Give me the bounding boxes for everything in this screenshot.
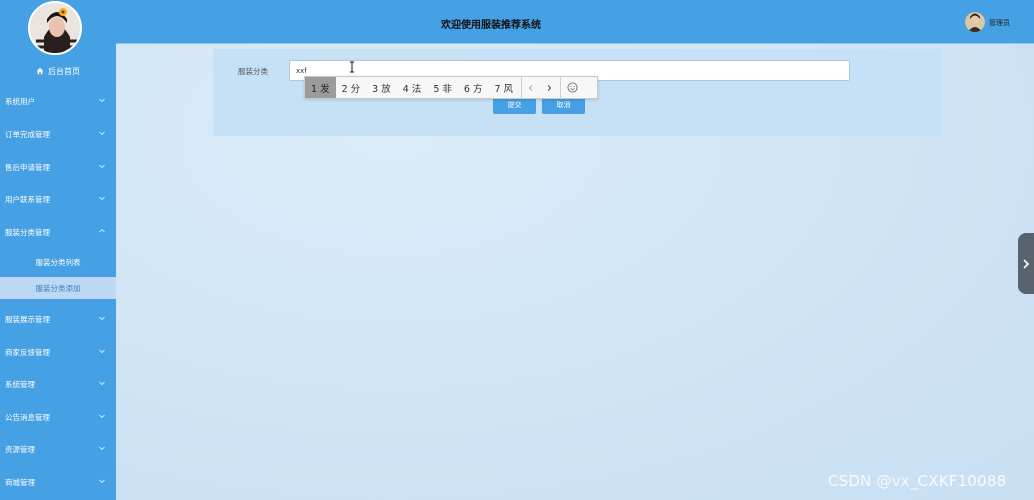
category-field-label: 服装分类 [238, 67, 268, 76]
chevron-down-icon [99, 381, 105, 386]
submenu-category-add[interactable]: 服装分类添加 [0, 277, 116, 299]
ime-candidate[interactable]: 3 放 [366, 77, 397, 98]
submenu-category-list[interactable]: 服装分类列表 [0, 251, 116, 273]
chevron-up-icon [99, 228, 105, 233]
sidebar-item-resources[interactable]: 资源管理 [0, 438, 116, 460]
submenu-label: 服装分类添加 [35, 283, 81, 293]
ime-candidate-bar: 1 发 2 分 3 放 4 法 5 非 6 方 7 风 [304, 76, 598, 99]
sidebar-item-aftersales[interactable]: 售后申请管理 [0, 156, 116, 178]
sidebar-item-label: 售后申请管理 [5, 162, 50, 172]
ime-prev-icon[interactable] [522, 77, 540, 98]
sidebar-item-label: 服装分类管理 [5, 227, 50, 237]
sidebar-item-label: 公告消息管理 [5, 412, 50, 422]
sidebar-item-mall[interactable]: 商城管理 [0, 471, 116, 493]
chevron-down-icon [99, 196, 105, 201]
smiley-icon[interactable] [561, 77, 583, 98]
ime-candidate[interactable]: 1 发 [305, 77, 336, 98]
user-avatar[interactable] [965, 12, 985, 32]
sidebar-item-label: 服装展示管理 [5, 314, 50, 324]
ime-candidate[interactable]: 6 方 [458, 77, 489, 98]
watermark: CSDN @vx_CXKF10088 [828, 472, 1007, 490]
side-panel-toggle[interactable] [1018, 233, 1034, 294]
chevron-down-icon [99, 479, 105, 484]
sidebar-item-system-users[interactable]: 系统用户 [0, 90, 116, 112]
home-icon [36, 67, 44, 75]
submenu-label: 服装分类列表 [35, 257, 81, 267]
ime-candidate[interactable]: 2 分 [336, 77, 367, 98]
user-name[interactable]: 管理员 [989, 18, 1010, 28]
sidebar-item-label: 订单完成管理 [5, 129, 50, 139]
sidebar-item-system[interactable]: 系统管理 [0, 373, 116, 395]
chevron-down-icon [99, 98, 105, 103]
chevron-down-icon [99, 131, 105, 136]
sidebar-item-label: 商家反馈管理 [5, 347, 50, 357]
sidebar-item-label: 系统用户 [5, 96, 35, 106]
ime-candidate[interactable]: 5 非 [427, 77, 458, 98]
ime-candidate[interactable]: 4 法 [397, 77, 428, 98]
text-cursor-icon [350, 61, 354, 73]
sidebar-item-label: 用户联系管理 [5, 194, 50, 204]
top-header: 欢迎使用服装推荐系统 管理员 [116, 0, 1034, 44]
chevron-down-icon [99, 164, 105, 169]
sidebar-item-display[interactable]: 服装展示管理 [0, 308, 116, 330]
chevron-down-icon [99, 349, 105, 354]
page-title: 欢迎使用服装推荐系统 [441, 20, 541, 31]
sidebar-item-feedback[interactable]: 商家反馈管理 [0, 341, 116, 363]
sidebar: 后台首页 系统用户 订单完成管理 售后申请管理 用户联系管理 服装分类管理 服装… [0, 0, 116, 500]
ime-candidate[interactable]: 7 风 [488, 77, 519, 98]
sidebar-item-label: 资源管理 [5, 444, 35, 454]
chevron-down-icon [99, 446, 105, 451]
ime-next-icon[interactable] [540, 77, 558, 98]
sidebar-item-contact[interactable]: 用户联系管理 [0, 188, 116, 210]
sidebar-home[interactable]: 后台首页 [0, 63, 116, 79]
sidebar-item-orders[interactable]: 订单完成管理 [0, 123, 116, 145]
chevron-down-icon [99, 414, 105, 419]
sidebar-home-label: 后台首页 [48, 66, 80, 76]
sidebar-item-label: 系统管理 [5, 379, 35, 389]
avatar[interactable] [28, 1, 82, 55]
sidebar-item-category[interactable]: 服装分类管理 [0, 221, 116, 243]
sidebar-item-announcement[interactable]: 公告消息管理 [0, 406, 116, 428]
sidebar-item-label: 商城管理 [5, 477, 35, 487]
chevron-right-icon [1023, 258, 1030, 269]
chevron-down-icon [99, 316, 105, 321]
